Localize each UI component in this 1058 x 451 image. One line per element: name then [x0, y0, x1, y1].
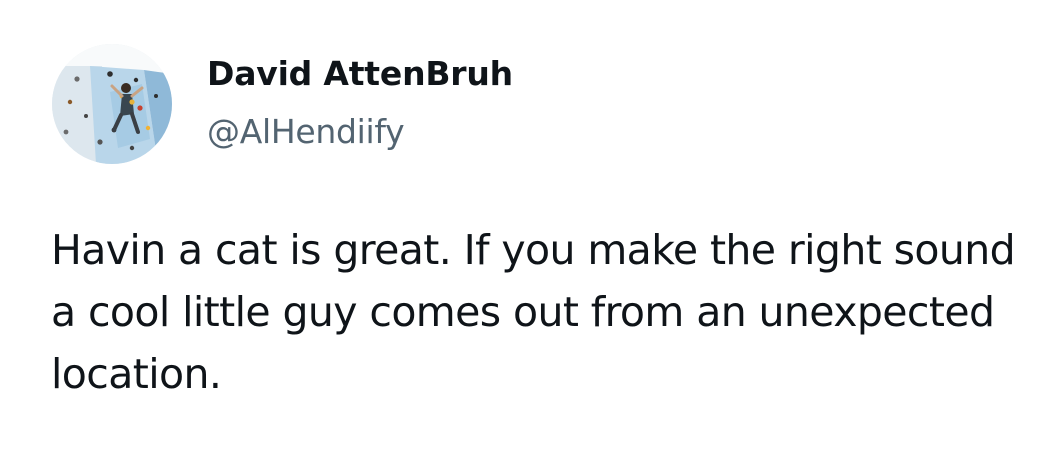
display-name[interactable]: David AttenBruh	[207, 54, 513, 94]
climbing-wall-photo-icon	[52, 44, 172, 164]
avatar[interactable]	[52, 44, 172, 164]
tweet-text: Havin a cat is great. If you make the ri…	[51, 226, 1016, 398]
username-handle[interactable]: @AlHendiify	[207, 112, 405, 152]
tweet-card: David AttenBruh @AlHendiify Havin a cat …	[0, 0, 1058, 451]
